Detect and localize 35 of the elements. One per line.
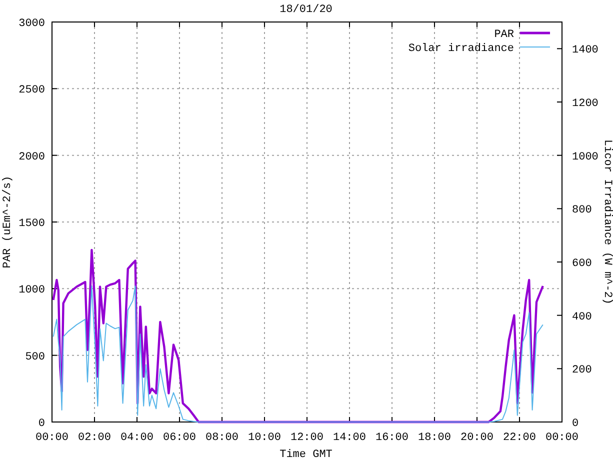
tick-label: 04:00 bbox=[120, 432, 154, 444]
tick-label: 00:00 bbox=[36, 432, 68, 444]
tick-label: 600 bbox=[572, 258, 592, 270]
tick-label: 02:00 bbox=[78, 432, 111, 444]
axis-label: Licor Irradiance (W m^-2) bbox=[601, 139, 613, 305]
tick-label: 1000 bbox=[572, 151, 598, 164]
legend-label: Solar irradiance bbox=[408, 43, 514, 55]
tick-label: 1500 bbox=[18, 218, 45, 230]
tick-label: 3000 bbox=[18, 18, 45, 30]
tick-label: 1400 bbox=[572, 44, 598, 57]
tick-label: 1000 bbox=[18, 284, 45, 297]
tick-label: 16:00 bbox=[376, 432, 408, 444]
axis-label: PAR (uEm^-2/s) bbox=[2, 176, 14, 268]
tick-label: 500 bbox=[25, 351, 45, 364]
tick-label: 18:00 bbox=[418, 432, 451, 444]
tick-label: 22:00 bbox=[503, 432, 536, 444]
tick-label: 00:00 bbox=[546, 432, 578, 444]
tick-label: 2000 bbox=[18, 151, 45, 164]
tick-label: 2500 bbox=[18, 84, 45, 97]
tick-label: 1200 bbox=[572, 98, 598, 110]
tick-label: 12:00 bbox=[290, 432, 324, 444]
axis-label: Time GMT bbox=[280, 449, 332, 459]
tick-label: 800 bbox=[572, 204, 592, 217]
tick-label: 0 bbox=[572, 418, 579, 430]
tick-label: 0 bbox=[38, 418, 45, 430]
chart-title: 18/01/20 bbox=[280, 4, 332, 16]
legend-label: PAR bbox=[494, 29, 514, 41]
tick-label: 06:00 bbox=[163, 432, 196, 444]
tick-label: 10:00 bbox=[248, 432, 281, 444]
tick-label: 200 bbox=[572, 364, 592, 377]
legend-swatch bbox=[520, 32, 550, 34]
tick-label: 08:00 bbox=[206, 432, 238, 444]
tick-label: 400 bbox=[572, 311, 592, 324]
tick-label: 20:00 bbox=[460, 432, 494, 444]
tick-label: 14:00 bbox=[333, 432, 366, 444]
